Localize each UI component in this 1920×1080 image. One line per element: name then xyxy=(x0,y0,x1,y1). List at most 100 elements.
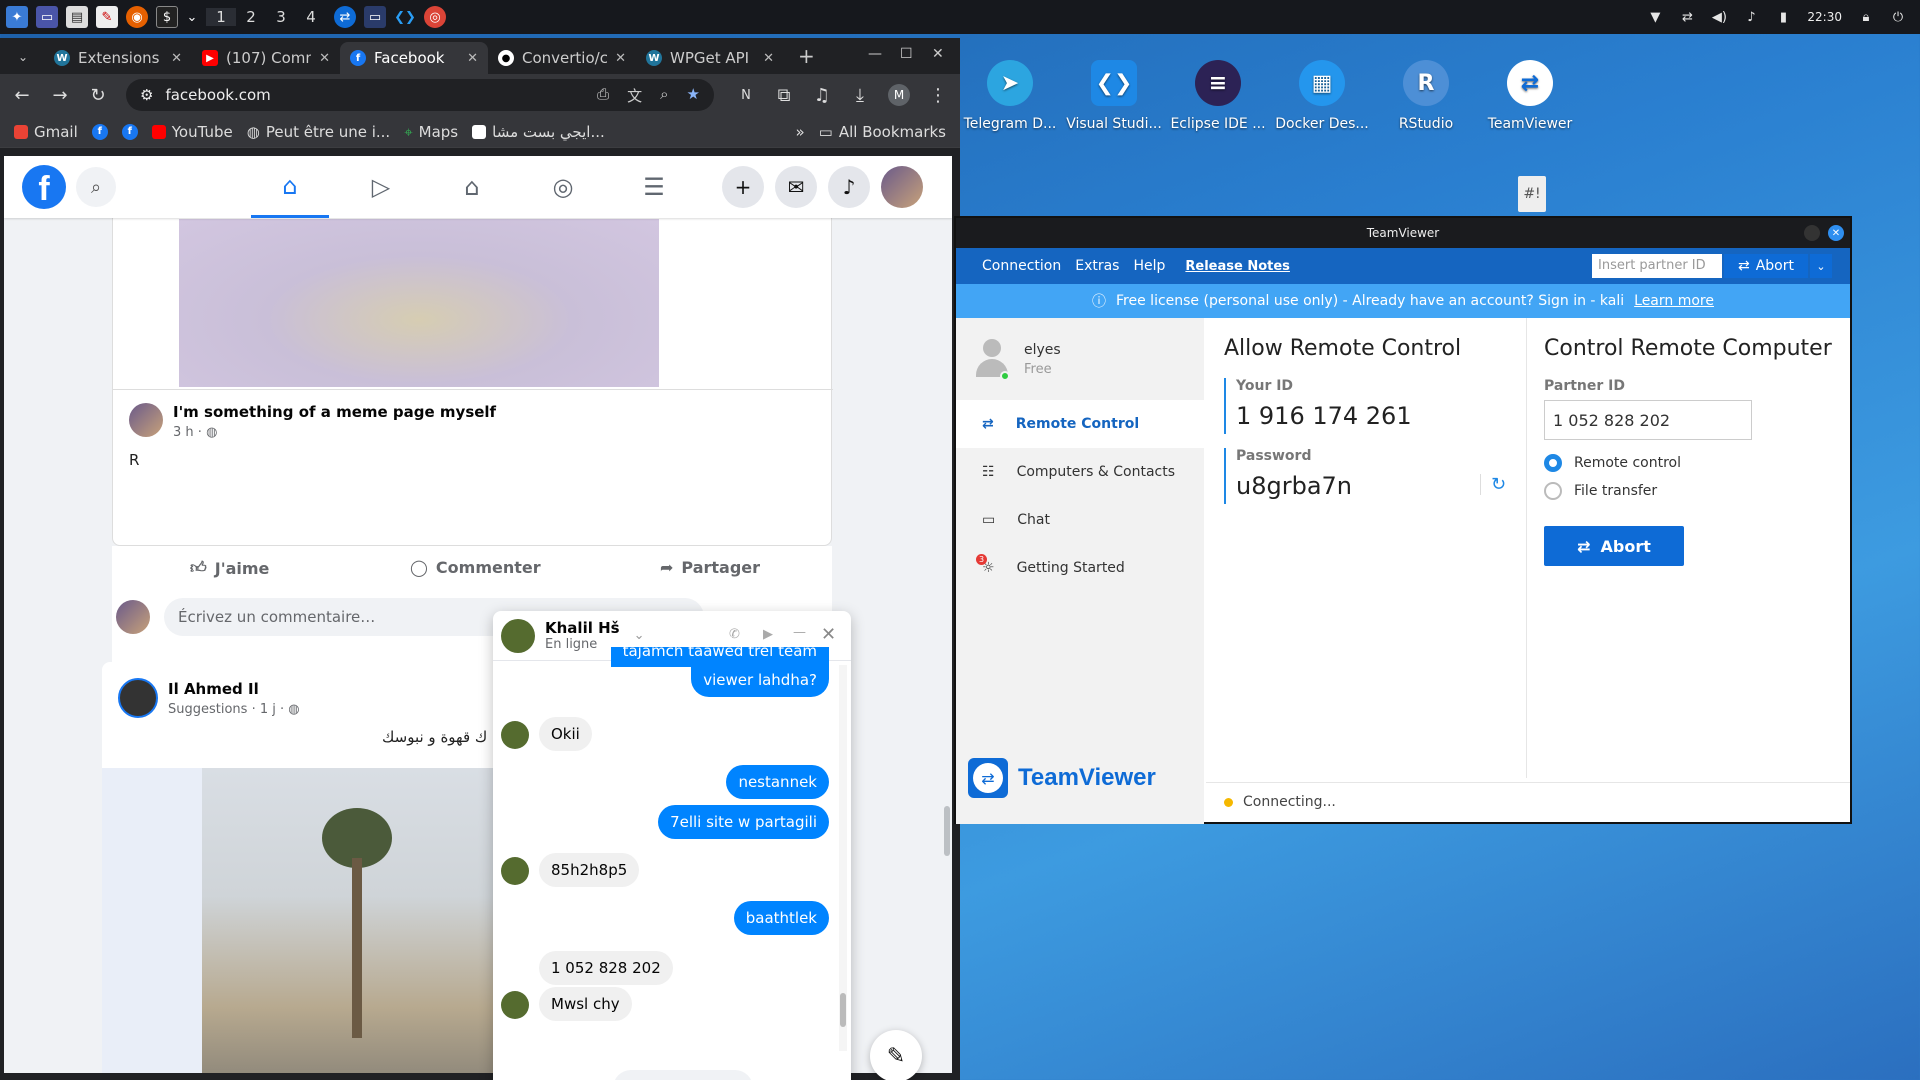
search-icon[interactable]: ⌕ xyxy=(76,167,116,207)
minimize-chat-icon[interactable]: — xyxy=(793,625,806,640)
desktop-docker[interactable]: ▦ Docker Des... xyxy=(1274,60,1370,132)
teamviewer-tray-icon[interactable]: ⇄ xyxy=(1679,9,1695,25)
nav-video-icon[interactable]: ▷ xyxy=(342,156,420,218)
nav-groups-icon[interactable]: ◎ xyxy=(524,156,602,218)
extension-n-icon[interactable]: N xyxy=(736,88,756,103)
like-button[interactable]: 👍︎ J'aime xyxy=(190,558,269,578)
app-menu-icon[interactable]: ✦ xyxy=(6,6,28,28)
lock-icon[interactable]: 🔒︎ xyxy=(1858,9,1874,25)
partner-id-quick-input[interactable]: Insert partner ID xyxy=(1592,254,1722,278)
desktop-telegram[interactable]: ➤ Telegram D... xyxy=(962,60,1058,132)
bookmark-star-icon[interactable]: ★ xyxy=(687,85,700,106)
plus-circle-icon[interactable]: ⊕ xyxy=(503,1076,520,1080)
facebook-logo-icon[interactable]: f xyxy=(22,165,66,209)
chat-avatar[interactable] xyxy=(501,618,535,653)
close-icon[interactable]: ✕ xyxy=(1828,225,1844,241)
bookmark-egybest[interactable]: ايجي بست مشا... xyxy=(472,123,605,141)
tab-extensions[interactable]: W Extensions ✕ xyxy=(44,42,192,74)
menu-extras[interactable]: Extras xyxy=(1075,258,1119,274)
sidebar-item-computers-contacts[interactable]: ☷ Computers & Contacts xyxy=(956,448,1204,496)
abort-quick-button[interactable]: ⇄ Abort xyxy=(1724,254,1808,278)
abort-button[interactable]: ⇄ Abort xyxy=(1544,526,1684,566)
new-tab-icon[interactable]: + xyxy=(798,44,815,68)
tab-youtube[interactable]: ▶ (107) Comm ✕ xyxy=(192,42,340,74)
sidebar-item-chat[interactable]: ▭ Chat xyxy=(956,496,1204,544)
all-bookmarks[interactable]: ▭ All Bookmarks xyxy=(819,123,946,141)
close-icon[interactable]: ✕ xyxy=(319,51,330,66)
account-avatar[interactable] xyxy=(881,166,923,208)
window-task-icon[interactable]: ▭ xyxy=(364,6,386,28)
tab-convertio[interactable]: ● Convertio/c ✕ xyxy=(488,42,636,74)
sidebar-item-remote-control[interactable]: ⇄ Remote Control xyxy=(956,400,1204,448)
extensions-puzzle-icon[interactable]: ⧉ xyxy=(774,85,794,106)
site-info-icon[interactable]: ⚙ xyxy=(140,86,153,104)
firefox-icon[interactable]: ◉ xyxy=(126,6,148,28)
scrollbar-thumb[interactable] xyxy=(840,993,846,1027)
video-icon[interactable]: ▶ xyxy=(763,627,773,642)
profile-avatar[interactable]: M xyxy=(888,84,910,106)
kebab-menu-icon[interactable]: ⋮ xyxy=(928,85,948,106)
download-icon[interactable]: ⤓ xyxy=(850,85,870,106)
volume-icon[interactable]: ◀) xyxy=(1711,9,1727,25)
close-window-icon[interactable]: ✕ xyxy=(932,46,944,62)
bookmark-facebook-2[interactable]: f xyxy=(121,123,138,140)
tab-wpget[interactable]: W WPGet API ✕ xyxy=(636,42,784,74)
workspace-1[interactable]: 1 xyxy=(206,8,236,26)
minimize-icon[interactable]: — xyxy=(868,46,882,62)
sidebar-item-getting-started[interactable]: ☼ 3 Getting Started xyxy=(956,544,1204,592)
radio-remote-control[interactable] xyxy=(1544,454,1562,472)
close-chat-icon[interactable]: ✕ xyxy=(821,624,836,645)
bookmark-facebook-1[interactable]: f xyxy=(91,123,108,140)
text-file-icon[interactable]: #! xyxy=(1518,176,1546,212)
battery-icon[interactable]: ▮ xyxy=(1775,9,1791,25)
page-scrollbar[interactable] xyxy=(942,156,952,1073)
tab-facebook[interactable]: f Facebook ✕ xyxy=(340,42,488,74)
menu-release-notes[interactable]: Release Notes xyxy=(1185,259,1290,274)
terminal-icon[interactable]: $ xyxy=(156,6,178,28)
back-icon[interactable]: ← xyxy=(12,85,32,106)
bell-icon[interactable]: ♪ xyxy=(1743,9,1759,25)
abort-dropdown-icon[interactable]: ⌄ xyxy=(1810,254,1832,278)
tab-search-icon[interactable]: ⌄ xyxy=(10,44,36,70)
install-app-icon[interactable]: ⎙ xyxy=(597,85,609,106)
bookmarks-overflow-icon[interactable]: » xyxy=(795,123,804,141)
nav-marketplace-icon[interactable]: ⌂ xyxy=(433,156,511,218)
vscode-task-icon[interactable]: ❮❯ xyxy=(394,6,416,28)
partner-id-input[interactable]: 1 052 828 202 xyxy=(1544,400,1752,440)
scrollbar-thumb[interactable] xyxy=(944,806,950,856)
workspace-3[interactable]: 3 xyxy=(266,8,296,26)
chat-contact-name[interactable]: Khalil Hš xyxy=(545,619,620,637)
comment-button[interactable]: ◯ Commenter xyxy=(410,558,541,577)
bookmark-youtube[interactable]: YouTube xyxy=(151,123,233,141)
password-refresh-icon[interactable]: ↻ xyxy=(1480,474,1506,495)
messenger-icon[interactable]: ✉ xyxy=(775,166,817,208)
chevron-down-icon[interactable]: ⌄ xyxy=(634,628,645,643)
chat-message-input[interactable]: Aa☺ xyxy=(613,1070,754,1080)
workspace-2[interactable]: 2 xyxy=(236,8,266,26)
nav-home-icon[interactable]: ⌂ xyxy=(251,156,329,218)
create-plus-icon[interactable]: + xyxy=(722,166,764,208)
maximize-icon[interactable]: ☐ xyxy=(900,46,913,62)
notifications-bell-icon[interactable]: ♪ xyxy=(828,166,870,208)
teamviewer-task-icon[interactable]: ⇄ xyxy=(334,6,356,28)
radio-file-transfer-label[interactable]: File transfer xyxy=(1574,483,1657,499)
reload-icon[interactable]: ↻ xyxy=(88,85,108,106)
chrome-task-icon[interactable]: ◎ xyxy=(424,6,446,28)
media-icon[interactable]: ♫ xyxy=(812,85,832,106)
bookmark-gmail[interactable]: Gmail xyxy=(14,123,78,141)
nav-menu-icon[interactable]: ☰ xyxy=(615,156,693,218)
desktop-teamviewer[interactable]: ⇄ TeamViewer xyxy=(1482,60,1578,132)
learn-more-link[interactable]: Learn more xyxy=(1634,293,1714,309)
chat-scrollbar[interactable] xyxy=(839,665,847,1051)
share-button[interactable]: ➦ Partager xyxy=(660,558,760,577)
bookmark-maps[interactable]: ⌖ Maps xyxy=(404,123,458,141)
radio-file-transfer[interactable] xyxy=(1544,482,1562,500)
thumbs-up-send-icon[interactable]: 👍︎ xyxy=(763,1076,784,1080)
address-bar[interactable]: ⚙ facebook.com ⎙ 文 ⌕ ★ xyxy=(126,79,714,111)
chevron-down-icon[interactable]: ⌄ xyxy=(186,6,198,28)
forward-icon[interactable]: → xyxy=(50,85,70,106)
minimize-icon[interactable] xyxy=(1804,225,1820,241)
menu-connection[interactable]: Connection xyxy=(982,258,1061,274)
power-icon[interactable]: ⏻ xyxy=(1890,9,1906,25)
workspace-4[interactable]: 4 xyxy=(296,8,326,26)
